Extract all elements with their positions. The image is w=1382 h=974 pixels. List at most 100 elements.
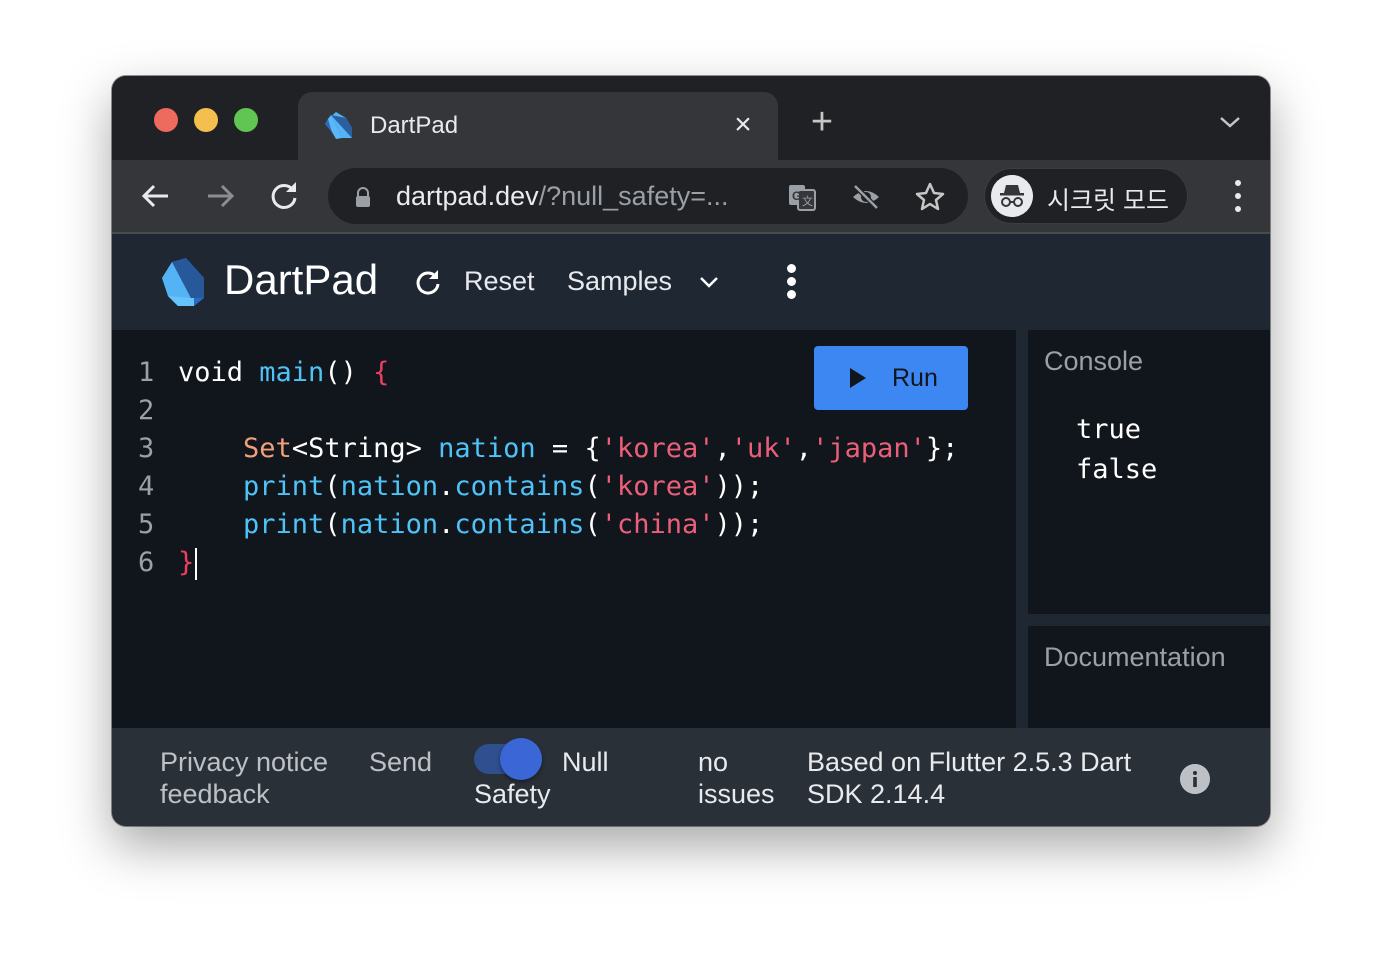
code-token: nation: [340, 509, 439, 540]
vertical-splitter[interactable]: [1016, 330, 1028, 728]
documentation-panel: Documentation: [1028, 626, 1270, 728]
code-token: 'china': [600, 509, 715, 540]
eye-off-icon[interactable]: [850, 181, 882, 213]
code-token: ,: [795, 433, 813, 464]
reset-button[interactable]: Reset: [464, 266, 535, 297]
arrow-right-icon[interactable]: [202, 178, 238, 214]
line-number: 6: [138, 547, 155, 578]
address-bar[interactable]: dartpad.dev/?null_safety=... G 文: [328, 168, 968, 224]
chevron-down-icon[interactable]: [1218, 112, 1242, 132]
star-icon[interactable]: [914, 181, 946, 213]
new-tab-button[interactable]: +: [806, 103, 838, 141]
run-label: Run: [892, 364, 938, 392]
translate-icon[interactable]: G 文: [786, 181, 818, 213]
line-number: 4: [138, 471, 155, 502]
code-token: ));: [714, 471, 764, 502]
dartpad-logo-icon: [162, 258, 204, 306]
code-line[interactable]: 4 print(nation.contains('korea'));: [138, 468, 958, 506]
svg-text:G: G: [792, 189, 801, 203]
more-options-icon[interactable]: [786, 264, 796, 300]
code-token: }: [178, 547, 195, 578]
code-token: main: [259, 357, 325, 388]
footer-bar: Privacy notice Send feedback Null Safety…: [112, 728, 1270, 826]
dart-logo-icon: [325, 112, 352, 139]
null-safety-toggle-thumb[interactable]: [500, 738, 542, 780]
line-number: 3: [138, 433, 155, 464]
tab-close-icon[interactable]: ×: [728, 110, 758, 140]
dartpad-title: DartPad: [224, 256, 379, 303]
code-token: {: [373, 357, 390, 388]
url-host: dartpad.dev: [396, 181, 539, 211]
code-token: .: [438, 471, 455, 502]
code-editor[interactable]: 1 void main() {2 3 Set<String> nation = {'…: [112, 330, 1014, 728]
code-line[interactable]: 6}: [138, 544, 958, 582]
incognito-icon: [991, 175, 1033, 217]
arrow-left-icon[interactable]: [138, 178, 174, 214]
tab-title: DartPad: [370, 112, 459, 139]
code-token: contains: [454, 509, 585, 540]
code-token: };: [925, 433, 959, 464]
issues-status-line1: no: [698, 747, 729, 777]
privacy-notice-link[interactable]: Privacy notice: [160, 746, 328, 778]
incognito-profile-button[interactable]: 시크릿 모드: [984, 168, 1188, 224]
browser-menu-icon[interactable]: [1234, 180, 1242, 212]
send-feedback-link-line2[interactable]: feedback: [160, 778, 270, 810]
code-token: nation: [438, 433, 536, 464]
run-button[interactable]: Run: [814, 346, 968, 410]
null-safety-label-line1: Null: [562, 747, 609, 777]
code-token: .: [438, 509, 455, 540]
main-area: 1 void main() {2 3 Set<String> nation = {'…: [112, 330, 1270, 728]
code-token: ));: [714, 509, 764, 540]
code-token: (): [324, 357, 374, 388]
code-token: print: [243, 471, 325, 502]
maximize-window-button[interactable]: [234, 108, 258, 132]
dartpad-header: DartPad Reset Samples: [112, 234, 1270, 330]
code-line[interactable]: 5 print(nation.contains('china'));: [138, 506, 958, 544]
code-token: ,: [714, 433, 731, 464]
documentation-title: Documentation: [1044, 642, 1226, 672]
console-line: false: [1076, 454, 1158, 485]
code-token: nation: [340, 471, 439, 502]
incognito-label: 시크릿 모드: [1047, 187, 1169, 215]
code-token: contains: [454, 471, 585, 502]
tab-strip: DartPad × +: [112, 76, 1270, 162]
text-cursor: [195, 547, 198, 580]
code-token: 'japan': [812, 433, 926, 464]
browser-window: DartPad × + dartpad.dev/?null_safety=...: [112, 76, 1270, 826]
console-output: true false: [1076, 410, 1157, 490]
code-line[interactable]: 3 Set<String> nation = {'korea','uk','ja…: [138, 430, 958, 468]
code-token: (: [584, 471, 601, 502]
url-text[interactable]: dartpad.dev/?null_safety=...: [396, 181, 728, 212]
chevron-down-icon[interactable]: [698, 274, 720, 290]
code-token: (: [324, 471, 341, 502]
line-number: 1: [138, 357, 155, 388]
lock-icon[interactable]: [354, 187, 372, 207]
send-feedback-link-line1[interactable]: Send: [369, 746, 432, 778]
reload-icon[interactable]: [266, 178, 302, 214]
issues-status-line2: issues: [698, 779, 775, 809]
minimize-window-button[interactable]: [194, 108, 218, 132]
url-path: /?null_safety=...: [538, 181, 729, 211]
console-line: true: [1076, 414, 1142, 445]
reset-icon[interactable]: [414, 268, 442, 296]
null-safety-label-line2: Safety: [474, 779, 551, 809]
browser-tab-dartpad[interactable]: DartPad ×: [298, 92, 778, 162]
code-token: 'korea': [600, 433, 715, 464]
code-token: (: [584, 509, 601, 540]
code-token: Set: [243, 433, 292, 464]
code-token: 'korea': [600, 471, 715, 502]
code-token: void: [178, 357, 260, 388]
horizontal-splitter[interactable]: [1028, 614, 1270, 626]
code-token: print: [243, 509, 325, 540]
browser-toolbar: dartpad.dev/?null_safety=... G 文 시크릿 모드: [112, 160, 1270, 234]
version-text-line2: SDK 2.14.4: [807, 779, 946, 809]
info-icon[interactable]: [1180, 764, 1210, 794]
console-title: Console: [1044, 346, 1144, 376]
code-token: <String>: [291, 433, 439, 464]
line-number: 5: [138, 509, 155, 540]
samples-dropdown[interactable]: Samples: [567, 266, 672, 297]
close-window-button[interactable]: [154, 108, 178, 132]
console-panel: Console true false: [1028, 330, 1270, 614]
